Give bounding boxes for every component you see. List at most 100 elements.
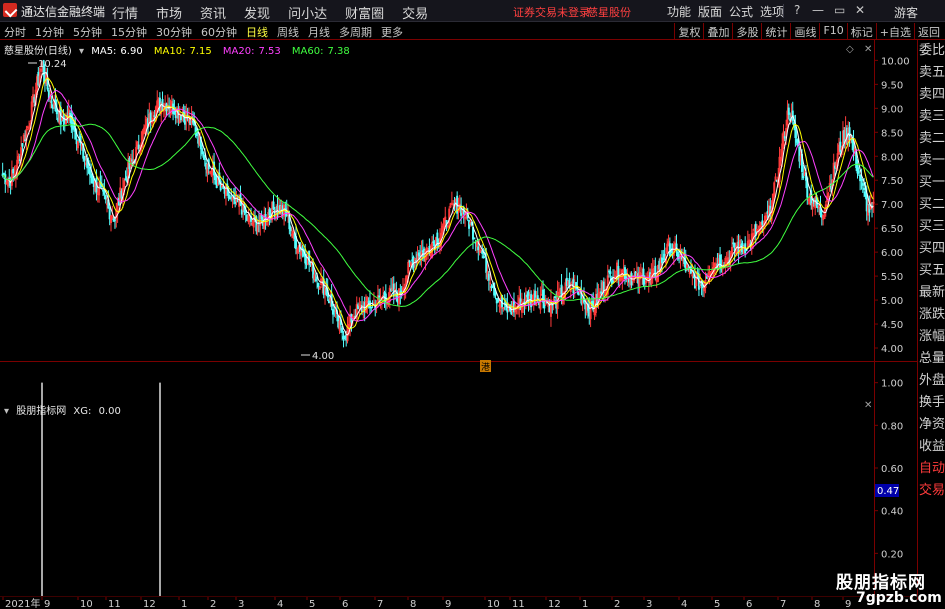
sidebar-item-13[interactable]: 涨幅 bbox=[919, 326, 945, 347]
candle-body bbox=[12, 168, 15, 174]
close-indicator-icon[interactable]: ✕ bbox=[864, 400, 872, 411]
back-button[interactable]: 返回 bbox=[914, 23, 943, 39]
candle-body bbox=[761, 220, 764, 225]
sidebar-item-5[interactable]: 卖一 bbox=[919, 150, 945, 171]
chart-area[interactable]: 10.00 9.50 9.00 8.50 8.00 7.50 7.00 6.50 6.00 5.5… bbox=[0, 40, 917, 597]
tab-60min[interactable]: 60分钟 bbox=[201, 24, 237, 40]
price-tick-label: 9.00 bbox=[881, 104, 903, 115]
candle-body bbox=[861, 183, 864, 186]
trade-login-notice[interactable]: 证券交易未登录 bbox=[513, 4, 590, 20]
f10-button[interactable]: F10 bbox=[819, 23, 846, 39]
sidebar-item-3[interactable]: 卖三 bbox=[919, 106, 945, 127]
menu-item-options[interactable]: 选项 bbox=[760, 3, 784, 20]
settings-dropdown-icon[interactable]: ▾ bbox=[79, 46, 84, 57]
current-stock-name[interactable]: 慈星股份 bbox=[587, 4, 631, 20]
close-pane-icon[interactable]: ✕ bbox=[864, 44, 872, 55]
indicator-settings-icon[interactable]: ▾ bbox=[4, 406, 9, 417]
menu-item-layout[interactable]: 版面 bbox=[698, 3, 722, 20]
close-button[interactable]: ✕ bbox=[855, 3, 865, 17]
sidebar-item-4[interactable]: 卖二 bbox=[919, 128, 945, 149]
candle-body bbox=[668, 243, 671, 257]
add-watchlist-button[interactable]: +自选 bbox=[875, 23, 914, 39]
sidebar-item-17[interactable]: 净资 bbox=[919, 414, 945, 435]
ma10-line bbox=[2, 77, 874, 330]
diamond-icon[interactable]: ◇ bbox=[846, 44, 854, 55]
menu-item-ask[interactable]: 问小达 bbox=[288, 3, 327, 22]
minimize-button[interactable]: — bbox=[812, 3, 824, 17]
right-menu: 功能 版面 公式 选项 bbox=[667, 3, 784, 20]
indicator-title[interactable]: 股朋指标网 bbox=[16, 406, 66, 417]
menu-item-formula[interactable]: 公式 bbox=[729, 3, 753, 20]
tab-weekly[interactable]: 周线 bbox=[277, 24, 299, 40]
time-tick-label: 2 bbox=[210, 599, 216, 609]
sidebar-item-19[interactable]: 自动 bbox=[919, 458, 945, 479]
time-tick-label: 8 bbox=[814, 599, 820, 609]
candle-body bbox=[272, 201, 275, 210]
title-bar: 通达信金融终端 行情 市场 资讯 发现 问小达 财富圈 交易 证券交易未登录 慈… bbox=[0, 0, 945, 22]
sidebar-item-11[interactable]: 最新 bbox=[919, 282, 945, 303]
ma20-line bbox=[2, 89, 874, 322]
candle-body bbox=[203, 154, 206, 160]
tab-15min[interactable]: 15分钟 bbox=[111, 24, 147, 40]
menu-item-news[interactable]: 资讯 bbox=[200, 3, 226, 22]
guest-user[interactable]: 游客 bbox=[894, 4, 918, 21]
statistics-button[interactable]: 统计 bbox=[761, 23, 790, 39]
sidebar-item-9[interactable]: 买四 bbox=[919, 238, 945, 259]
menu-item-functions[interactable]: 功能 bbox=[667, 3, 691, 20]
high-label: 10.24 bbox=[38, 59, 67, 70]
menu-item-quotes[interactable]: 行情 bbox=[112, 3, 138, 22]
sidebar-item-10[interactable]: 买五 bbox=[919, 260, 945, 281]
candle-body bbox=[787, 107, 790, 115]
candle-body bbox=[317, 282, 320, 288]
time-tick-label: 7 bbox=[780, 599, 786, 609]
sidebar-item-12[interactable]: 涨跌 bbox=[919, 304, 945, 325]
ma5-label: MA5: 6.90 bbox=[91, 46, 143, 57]
tab-multi-period[interactable]: 多周期 bbox=[339, 24, 372, 40]
menu-item-wealth[interactable]: 财富圈 bbox=[345, 3, 384, 22]
candle-body bbox=[625, 276, 628, 279]
time-tick-label: 2021年 bbox=[5, 597, 40, 609]
price-tick-label: 6.50 bbox=[881, 224, 903, 235]
tab-30min[interactable]: 30分钟 bbox=[156, 24, 192, 40]
time-tick-label: 10 bbox=[487, 599, 500, 609]
maximize-button[interactable]: ▭ bbox=[834, 3, 845, 17]
sidebar-item-1[interactable]: 卖五 bbox=[919, 62, 945, 83]
mark-button[interactable]: 标记 bbox=[846, 23, 876, 39]
menu-item-market[interactable]: 市场 bbox=[156, 3, 182, 22]
time-tick-label: 5 bbox=[714, 599, 720, 609]
candle-body bbox=[113, 219, 116, 222]
sidebar-item-0[interactable]: 委比 bbox=[919, 40, 945, 61]
sidebar-item-7[interactable]: 买二 bbox=[919, 194, 945, 215]
draw-line-button[interactable]: 画线 bbox=[790, 23, 819, 39]
candle-body bbox=[600, 291, 603, 294]
candle-body bbox=[482, 256, 485, 259]
tab-intraday[interactable]: 分时 bbox=[4, 24, 26, 40]
sidebar-item-15[interactable]: 外盘 bbox=[919, 370, 945, 391]
overlay-button[interactable]: 叠加 bbox=[703, 23, 732, 39]
sidebar-item-18[interactable]: 收益 bbox=[919, 436, 945, 457]
tab-monthly[interactable]: 月线 bbox=[308, 24, 330, 40]
price-tick-label: 10.00 bbox=[881, 56, 910, 67]
tab-more[interactable]: 更多 bbox=[381, 24, 403, 40]
candle-body bbox=[783, 136, 786, 139]
current-value-text: 0.47 bbox=[877, 486, 899, 497]
sidebar-item-8[interactable]: 买三 bbox=[919, 216, 945, 237]
tab-1min[interactable]: 1分钟 bbox=[35, 24, 64, 40]
indicator-tick-label: 0.20 bbox=[881, 549, 903, 560]
tab-5min[interactable]: 5分钟 bbox=[73, 24, 102, 40]
sidebar-item-6[interactable]: 买一 bbox=[919, 172, 945, 193]
time-tick-label: 11 bbox=[108, 599, 121, 609]
menu-item-discover[interactable]: 发现 bbox=[244, 3, 270, 22]
sidebar-item-16[interactable]: 换手 bbox=[919, 392, 945, 413]
menu-item-trade[interactable]: 交易 bbox=[402, 3, 428, 22]
sidebar-item-20[interactable]: 交易 bbox=[919, 480, 945, 501]
time-tick-label: 1 bbox=[181, 599, 187, 609]
sidebar-item-14[interactable]: 总量 bbox=[919, 348, 945, 369]
help-button[interactable]: ? bbox=[794, 3, 800, 17]
chart-title[interactable]: 慈星股份(日线) bbox=[4, 46, 72, 57]
sidebar-item-2[interactable]: 卖四 bbox=[919, 84, 945, 105]
multi-stock-button[interactable]: 多股 bbox=[732, 23, 761, 39]
time-tick-label: 4 bbox=[681, 599, 687, 609]
tab-daily[interactable]: 日线 bbox=[246, 24, 268, 40]
adjust-button[interactable]: 复权 bbox=[674, 23, 703, 39]
